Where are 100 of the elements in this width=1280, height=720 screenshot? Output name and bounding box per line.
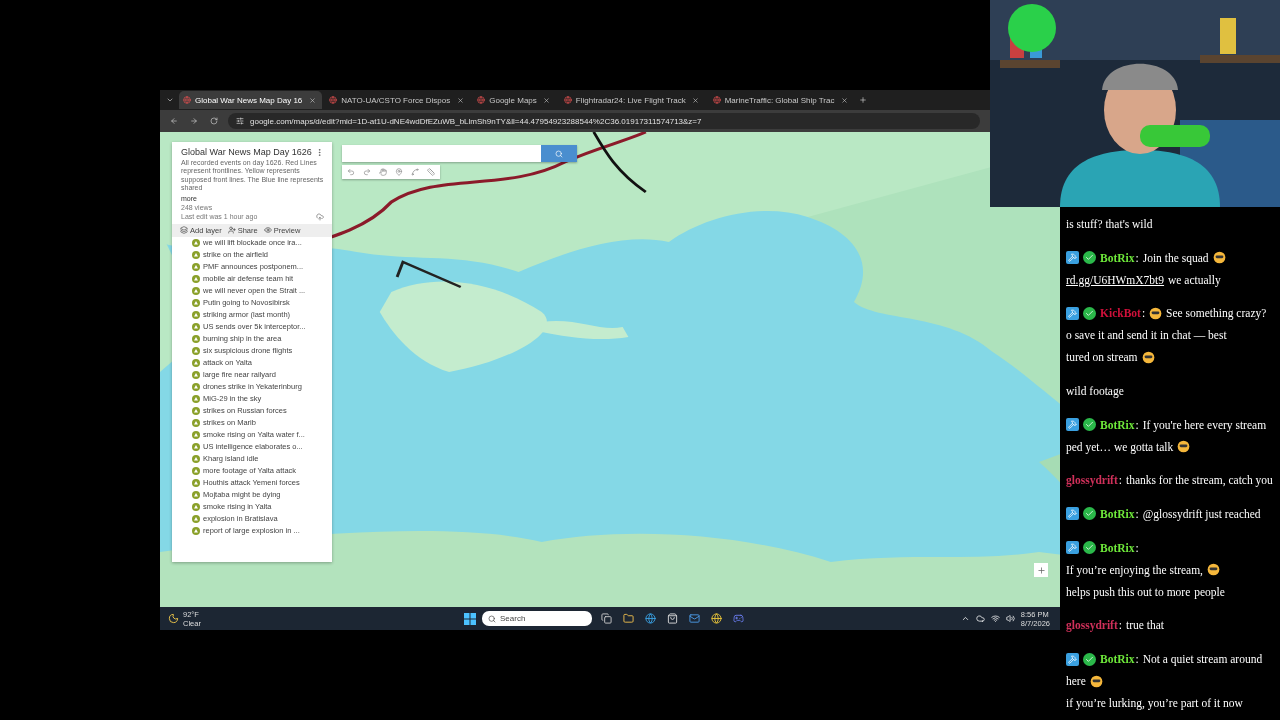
chat-username[interactable]: glossydrift: [1066, 469, 1118, 492]
favicon-icon: [477, 96, 486, 104]
browser-tab[interactable]: MarineTraffic: Global Ship Trac: [708, 91, 855, 109]
favicon-icon: [563, 96, 572, 104]
chat-username[interactable]: BotRix: [1100, 648, 1135, 671]
browser-tab[interactable]: Global War News Map Day 16: [179, 91, 323, 109]
hammer-badge-icon: [1066, 251, 1079, 265]
colon: :: [1118, 618, 1122, 634]
zoom-in-button[interactable]: [1034, 563, 1048, 577]
chat-message-text: we actually: [1168, 272, 1221, 289]
chat-message-text: wild footage: [1066, 383, 1124, 400]
chat-message-text: See something crazy?: [1166, 306, 1267, 322]
marker-icon: [192, 430, 200, 439]
marker-icon: [192, 442, 200, 451]
emoji-icon: [1177, 440, 1191, 454]
marker-icon: [192, 466, 200, 475]
chat-username[interactable]: BotRix: [1100, 502, 1135, 525]
chat-username[interactable]: BotRix: [1100, 413, 1135, 436]
chat-message-text: if you’re lurking, you’re part of it now: [1066, 696, 1243, 712]
task-view-button[interactable]: [598, 610, 614, 627]
hammer-badge-icon: [1066, 541, 1079, 555]
hammer-badge-icon: [1066, 652, 1079, 666]
chrome-button[interactable]: [708, 610, 724, 627]
close-icon: [692, 96, 700, 104]
site-settings-icon: [236, 117, 244, 125]
hand-button[interactable]: [377, 166, 389, 178]
marker-icon: [192, 370, 200, 379]
marker-icon: [192, 502, 200, 511]
marker-icon: [192, 298, 200, 307]
chevron-down-icon: [166, 96, 174, 104]
marker-icon: [192, 286, 200, 295]
wifi-icon: [990, 614, 1000, 623]
colon: :: [1141, 306, 1146, 322]
close-icon: [840, 96, 848, 104]
verified-badge-icon: [1083, 251, 1096, 265]
back-button[interactable]: [168, 115, 180, 127]
colon: :: [1135, 250, 1139, 266]
chat-username[interactable]: glossydrift: [1066, 614, 1118, 637]
marker-icon: [192, 322, 200, 331]
emoji-icon: [1207, 563, 1220, 577]
more-options-icon[interactable]: [315, 147, 324, 157]
colon: :: [1118, 473, 1122, 489]
chat-link[interactable]: rd.gg/U6HWmX7bt9: [1066, 268, 1165, 291]
chat-message-text: thanks for the stream, catch you: [1125, 473, 1273, 489]
chat-message-text: here: [1066, 674, 1086, 690]
marker-icon: [192, 250, 200, 259]
marker-icon: [192, 478, 200, 487]
chat-message-text: Join the squad: [1142, 250, 1209, 267]
gamepad-icon: [732, 613, 744, 624]
search-icon: [488, 614, 496, 623]
line-button[interactable]: [409, 166, 421, 178]
marker-icon: [192, 490, 200, 499]
marker-icon: [192, 346, 200, 355]
marker-button[interactable]: [393, 166, 405, 178]
search-icon: [555, 149, 563, 158]
colon: :: [1135, 506, 1139, 522]
emoji-icon: [1212, 251, 1226, 265]
reload-icon: [210, 117, 218, 125]
favicon-icon: [712, 96, 721, 104]
chat-username[interactable]: KickBot: [1100, 302, 1141, 325]
plus-icon: [859, 96, 868, 104]
marker-icon: [192, 526, 200, 535]
emoji-icon: [1141, 350, 1155, 364]
colon: :: [1135, 652, 1139, 668]
map-search-field[interactable]: [342, 145, 577, 162]
browser-tab[interactable]: Flightradar24: Live Flight Track: [559, 91, 706, 109]
chat-username[interactable]: BotRix: [1100, 536, 1135, 559]
favicon-icon: [183, 96, 191, 104]
reload-button[interactable]: [208, 115, 220, 127]
windows-logo-icon[interactable]: [464, 612, 476, 625]
taskbar-search[interactable]: Search: [482, 611, 592, 626]
eye-icon: [263, 226, 272, 235]
emoji-icon: [1089, 674, 1103, 688]
globe-icon: [710, 613, 722, 624]
forward-button[interactable]: [188, 115, 200, 127]
redo-icon: [363, 168, 371, 176]
emoji-icon: [1149, 306, 1163, 320]
hammer-badge-icon: [1066, 418, 1079, 432]
verified-badge-icon: [1083, 418, 1096, 432]
chat-message-text: o save it and send it in chat — best: [1066, 328, 1227, 344]
browser-button[interactable]: [642, 610, 658, 627]
line-icon: [411, 168, 419, 176]
marker-icon: [192, 238, 200, 247]
marker-icon: [192, 406, 200, 415]
moon-icon: [168, 613, 179, 624]
chat-username[interactable]: BotRix: [1100, 246, 1135, 269]
close-icon: [308, 96, 316, 104]
colon: :: [1135, 540, 1139, 556]
pin-icon: [395, 168, 403, 176]
marker-icon: [192, 394, 200, 403]
undo-icon: [347, 168, 355, 176]
address-bar[interactable]: google.com/maps/d/edit?mid=1D-at1U-dNE4wdDfEZuWB_bLlmSh9nTY&ll=44.47954923288544%2C36.01917311574713&z=7: [228, 113, 980, 129]
chat-message-text: Not a quiet stream around: [1142, 652, 1263, 668]
bag-icon: [666, 613, 678, 624]
ruler-button[interactable]: [425, 166, 437, 178]
chat-message-text: ped yet… we gotta talk: [1066, 439, 1174, 456]
layers-icon: [180, 226, 188, 235]
browser-tab[interactable]: Google Maps: [473, 91, 557, 109]
browser-tab[interactable]: NATO-UA/CSTO Force Dispos: [325, 91, 471, 109]
globe-icon: [644, 613, 656, 624]
